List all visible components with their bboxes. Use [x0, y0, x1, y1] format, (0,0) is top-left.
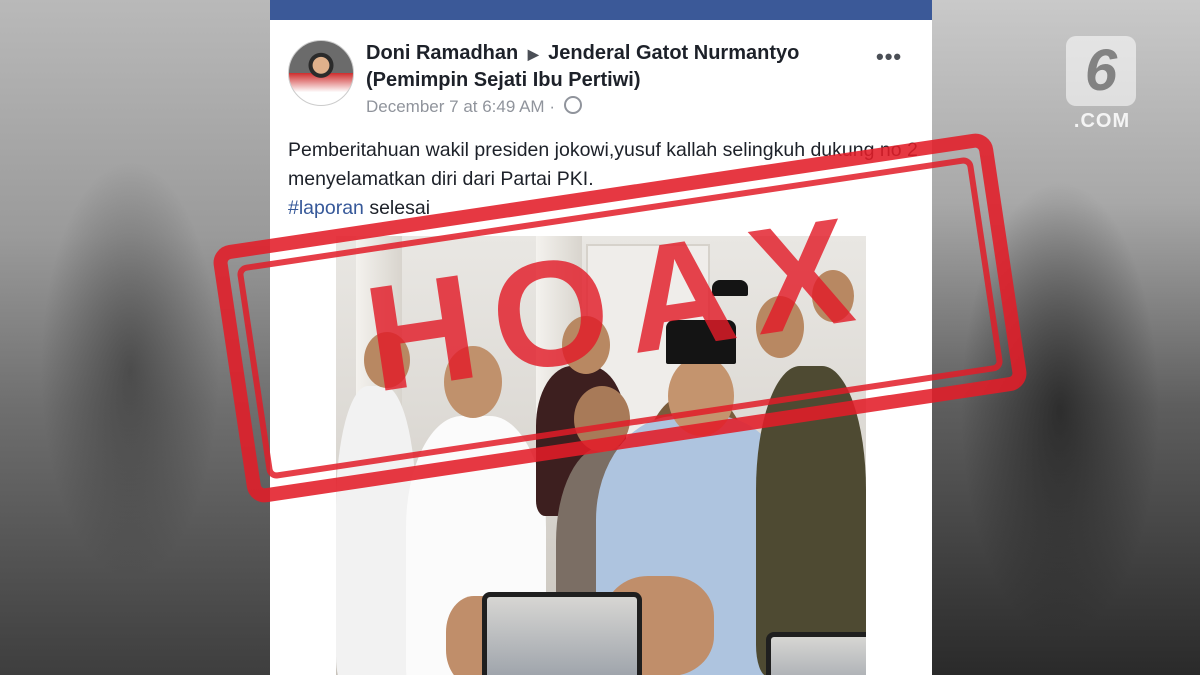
share-arrow-icon: ▶ [527, 46, 539, 62]
author-name[interactable]: Doni Ramadhan [366, 42, 518, 64]
author-avatar[interactable] [288, 40, 354, 106]
post-timestamp[interactable]: December 7 at 6:49 AM [366, 97, 545, 116]
post-author-line: Doni Ramadhan ▶ Jenderal Gatot Nurmantyo… [366, 40, 866, 93]
logo-suffix: .COM [1073, 110, 1131, 132]
post-meta: December 7 at 6:49 AM · [366, 96, 582, 117]
facebook-header-bar [270, 0, 932, 20]
globe-icon [563, 96, 582, 114]
meta-separator: · [549, 97, 555, 116]
hashtag-link[interactable]: #laporan [288, 197, 364, 219]
photo-smartphone [766, 632, 866, 675]
logo-number: 6 [1066, 36, 1136, 106]
more-options-icon[interactable]: ••• [876, 44, 902, 70]
liputan6-logo: 6 .COM [1060, 36, 1144, 136]
photo-smartphone [482, 592, 642, 675]
